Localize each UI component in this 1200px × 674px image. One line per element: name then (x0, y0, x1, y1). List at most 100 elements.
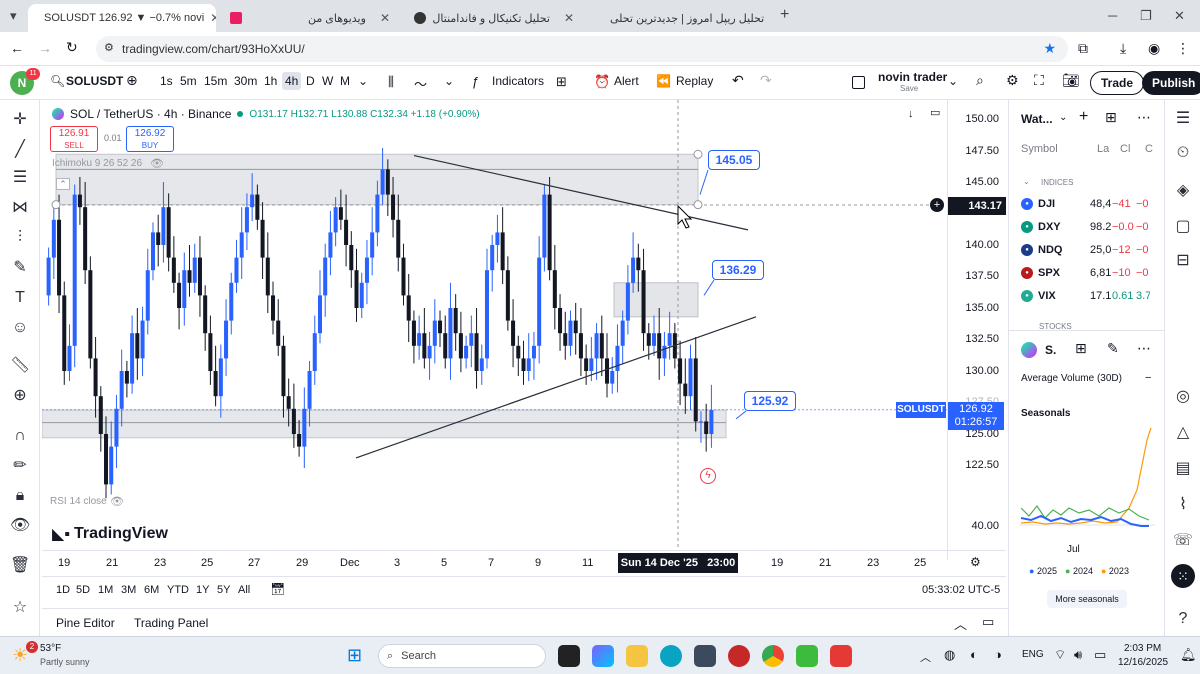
chevron-up-icon[interactable]: ︿ (954, 614, 967, 633)
watchlist-row[interactable]: ● DJI 48,4 −41 −0 (1021, 194, 1161, 214)
add-alert-plus-icon[interactable]: + (930, 198, 944, 212)
volume-icon[interactable]: 🔊︎ (1074, 647, 1082, 663)
collapse-legend-icon[interactable]: ⌃ (56, 178, 70, 190)
alarm-icon[interactable]: ⏰ (594, 74, 610, 90)
apps-grid-icon[interactable]: ⁙ (1171, 564, 1195, 588)
pattern-icon[interactable]: ⋈ (10, 198, 30, 218)
advanced-view-icon[interactable]: ⊞ (1105, 109, 1117, 126)
extensions-icon[interactable]: ⧉ (1078, 40, 1088, 57)
store-icon[interactable] (694, 645, 716, 667)
interval-d[interactable]: D (306, 74, 315, 88)
chevron-down-icon[interactable]: ⌄ (1059, 112, 1067, 123)
interval-4h[interactable]: 4h (282, 72, 302, 90)
col-chgp[interactable]: C (1145, 143, 1153, 155)
chevron-down-icon[interactable]: ⌄ (358, 74, 368, 88)
price-callout-125[interactable]: 125.92 (744, 391, 796, 411)
utc-clock[interactable]: 05:33:02 UTC-5 (922, 584, 1000, 596)
settings-icon[interactable]: ⚙ (1006, 72, 1019, 89)
interval-30m[interactable]: 30m (234, 74, 257, 88)
watchlist-icon[interactable]: ☰ (1173, 108, 1193, 128)
site-info-icon[interactable]: ⚙ (104, 41, 114, 54)
arrow-down-icon[interactable]: ↓ (908, 108, 914, 120)
calendar-icon[interactable]: 📅︎ (270, 582, 285, 596)
reload-icon[interactable]: ↻ (66, 39, 78, 56)
range-6m[interactable]: 6M (144, 584, 159, 596)
tab-technical[interactable]: تحلیل تکنیکال و فاندامنتال ✕ (404, 4, 584, 32)
price-callout-136[interactable]: 136.29 (712, 260, 764, 280)
chrome-icon[interactable] (762, 645, 784, 667)
minimize-icon[interactable]: ─ (1108, 8, 1117, 23)
col-symbol[interactable]: Symbol (1021, 143, 1058, 155)
seasonals-chart[interactable] (1019, 420, 1155, 542)
axis-settings-icon[interactable]: ⚙ (970, 555, 981, 569)
notifications-icon[interactable]: ☏ (1173, 530, 1193, 550)
more-dots-icon[interactable]: ⋯ (1137, 109, 1151, 126)
alert-button[interactable]: Alert (614, 74, 639, 88)
ideas-icon[interactable]: △ (1173, 422, 1193, 442)
interval-1s[interactable]: 1s (160, 74, 173, 88)
add-symbol-icon[interactable]: + (1079, 108, 1088, 126)
tray-app-icon[interactable]: ◐ (970, 647, 978, 662)
tab-ripple[interactable]: تحلیل ریپل امروز | جدیدترین تحلی ✕ (588, 4, 768, 32)
indicators-icon[interactable]: ƒ (472, 74, 479, 89)
replay-button[interactable]: Replay (676, 74, 713, 88)
chart-pane[interactable]: SOL / TetherUS · 4h · Binance O131.17 H1… (42, 100, 1006, 608)
emoji-icon[interactable]: ☺ (10, 318, 30, 338)
watchlist-title[interactable]: Wat... (1021, 112, 1053, 126)
windows-start-icon[interactable]: ⊞ (347, 645, 362, 666)
lock-icon[interactable]: 🔒︎ (10, 486, 30, 506)
range-3m[interactable]: 3M (121, 584, 136, 596)
maximize-pane-icon[interactable]: ▭ (930, 106, 940, 119)
section-indices[interactable]: INDICES (1041, 178, 1073, 187)
range-1m[interactable]: 1M (98, 584, 113, 596)
tab-menu-icon[interactable]: ▾ (10, 8, 17, 24)
chart-canvas[interactable] (42, 100, 947, 550)
redo-icon[interactable]: ↷ (760, 72, 772, 89)
text-icon[interactable]: T (10, 288, 30, 308)
watchlist-row[interactable]: ● VIX 17.1 0.61 3.7 (1021, 286, 1161, 306)
clock-time[interactable]: 2:03 PM (1124, 643, 1161, 654)
new-tab-icon[interactable]: + (780, 6, 789, 24)
recorder-icon[interactable] (830, 645, 852, 667)
camtasia-icon[interactable] (796, 645, 818, 667)
col-last[interactable]: La (1097, 143, 1109, 155)
layout-name[interactable]: novin trader (878, 70, 947, 84)
bookmark-star-icon[interactable]: ★ (1043, 40, 1056, 57)
chevron-down-icon[interactable]: ⌄ (444, 74, 454, 88)
more-dots-icon[interactable]: ⋯ (1137, 340, 1151, 357)
symbol-name[interactable]: SOLUSDT (66, 74, 123, 88)
watchlist-row[interactable]: ● DXY 98.2 −0.0 −0 (1021, 217, 1161, 237)
target-icon[interactable]: ◎ (1173, 386, 1193, 406)
pinterest-icon[interactable] (728, 645, 750, 667)
range-1y[interactable]: 1Y (196, 584, 209, 596)
indicator-rsi[interactable]: RSI 14 close (50, 496, 107, 507)
file-explorer-icon[interactable] (626, 645, 648, 667)
chat-icon[interactable]: ▢ (1173, 216, 1193, 236)
interval-m[interactable]: M (340, 74, 350, 88)
line-chart-icon[interactable]: 〜 (414, 74, 427, 93)
chevron-up-icon[interactable]: ︿ (920, 649, 931, 665)
event-lightning-icon[interactable]: ϟ (700, 468, 716, 484)
back-icon[interactable]: ← (10, 40, 24, 56)
wifi-icon[interactable]: ⌔ (1054, 647, 1066, 663)
interval-w[interactable]: W (322, 74, 333, 88)
more-seasonals-button[interactable]: More seasonals (1047, 590, 1127, 608)
replay-icon[interactable]: ⏪ (656, 74, 671, 88)
buy-button[interactable]: 126.92 BUY (126, 126, 174, 152)
publish-button[interactable]: Publish (1142, 71, 1200, 95)
taskbar-search[interactable]: ⌕ Search (378, 644, 546, 668)
interval-15m[interactable]: 15m (204, 74, 227, 88)
calendar-icon[interactable]: ▤ (1173, 458, 1193, 478)
compare-add-icon[interactable]: ⊕ (126, 72, 138, 89)
range-all[interactable]: All (238, 584, 250, 596)
copilot-icon[interactable] (592, 645, 614, 667)
collapse-icon[interactable]: − (1145, 372, 1151, 384)
edge-icon[interactable] (660, 645, 682, 667)
lock-drawing-icon[interactable]: ✏ (10, 456, 30, 476)
task-view-icon[interactable] (558, 645, 580, 667)
data-window-icon[interactable]: ⊟ (1173, 250, 1193, 270)
range-ytd[interactable]: YTD (167, 584, 189, 596)
layout-icon[interactable] (852, 76, 865, 89)
crosshair-icon[interactable]: ✛ (10, 110, 30, 130)
templates-icon[interactable]: ⊞ (556, 74, 567, 90)
